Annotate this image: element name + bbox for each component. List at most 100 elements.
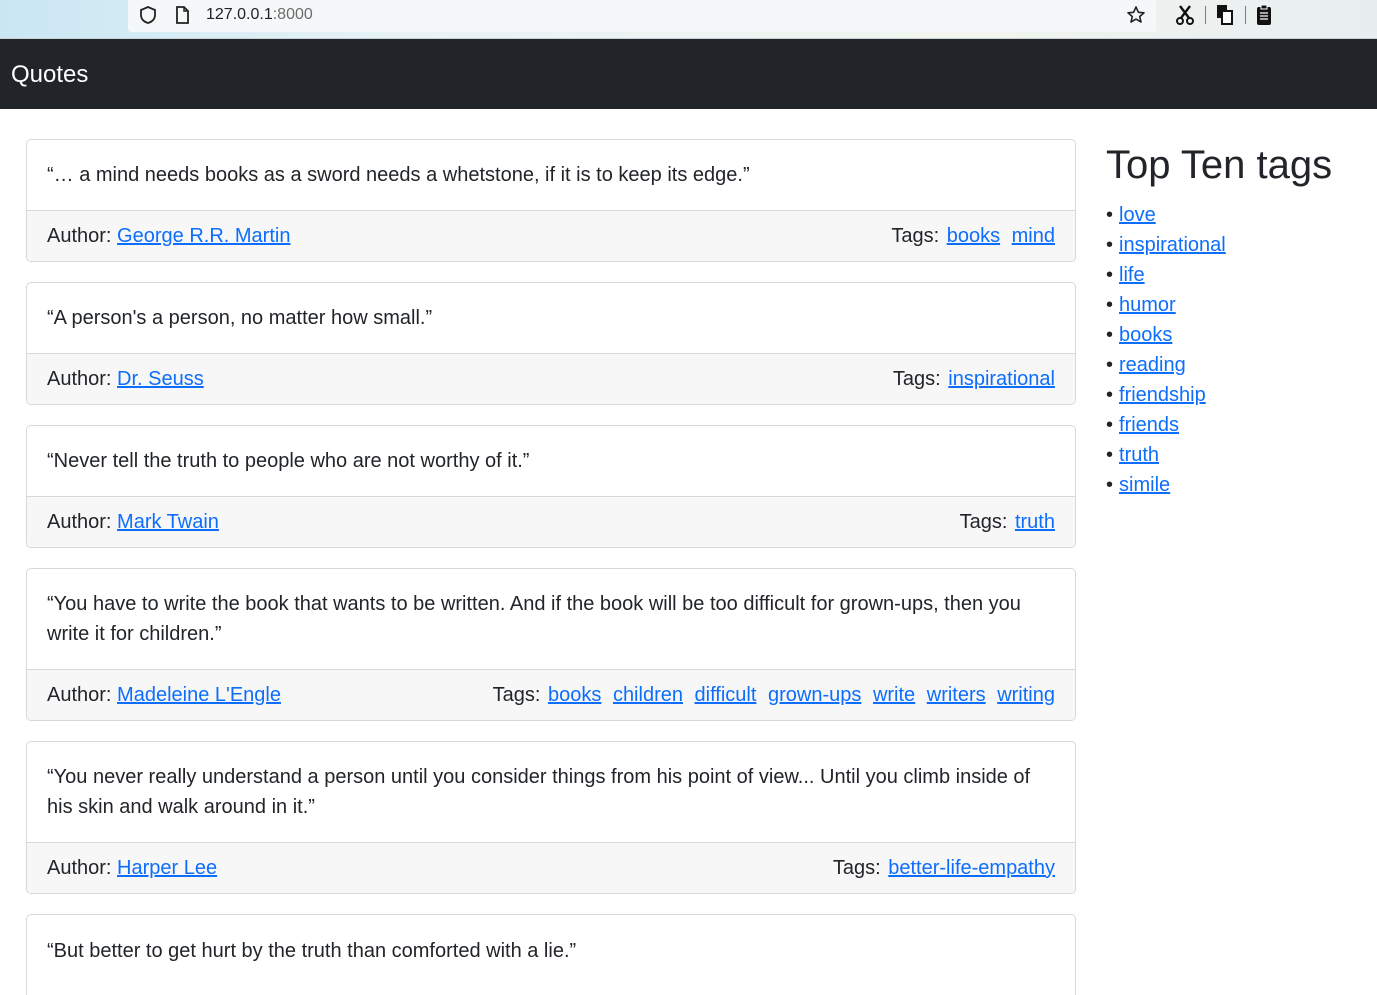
author-link[interactable]: George R.R. Martin bbox=[117, 225, 290, 247]
top-tag-item: • humor bbox=[1106, 290, 1226, 320]
tag-link[interactable]: inspirational bbox=[948, 368, 1055, 390]
author-link[interactable]: Madeleine L'Engle bbox=[117, 684, 281, 706]
top-tag-link[interactable]: friends bbox=[1119, 414, 1179, 436]
top-tag-item: • inspirational bbox=[1106, 230, 1226, 260]
top-tag-link[interactable]: love bbox=[1119, 204, 1156, 226]
quote-footer: Author: George R.R. Martin Tags: books m… bbox=[27, 210, 1075, 261]
tags-line: Tags: books children difficult grown-ups… bbox=[493, 684, 1055, 707]
quote-text: “But better to get hurt by the truth tha… bbox=[47, 940, 577, 962]
tags-line: Tags: better-life-empathy bbox=[833, 857, 1055, 880]
quote-card: “You have to write the book that wants t… bbox=[26, 568, 1076, 721]
bullet: • bbox=[1106, 204, 1114, 226]
top-tag-link[interactable]: reading bbox=[1119, 354, 1186, 376]
tag-link[interactable]: writers bbox=[927, 684, 986, 706]
bullet: • bbox=[1106, 234, 1114, 256]
top-tag-item: • friendship bbox=[1106, 380, 1226, 410]
top-tag-item: • love bbox=[1106, 200, 1226, 230]
quote-footer: Author: Madeleine L'Engle Tags: books ch… bbox=[27, 669, 1075, 720]
bullet: • bbox=[1106, 414, 1114, 436]
quote-card: “Never tell the truth to people who are … bbox=[26, 425, 1076, 548]
top-tag-link[interactable]: simile bbox=[1119, 474, 1170, 496]
tag-link[interactable]: better-life-empathy bbox=[888, 857, 1055, 879]
bullet: • bbox=[1106, 384, 1114, 406]
bullet: • bbox=[1106, 354, 1114, 376]
quote-card: “You never really understand a person un… bbox=[26, 741, 1076, 894]
top-tag-link[interactable]: friendship bbox=[1119, 384, 1206, 406]
navbar: Quotes bbox=[0, 39, 1377, 109]
top-tag-item: • friends bbox=[1106, 410, 1226, 440]
toolbar-separator bbox=[1245, 6, 1246, 24]
quote-footer: Author: Dr. Seuss Tags: inspirational bbox=[27, 353, 1075, 404]
tags-label: Tags: bbox=[492, 683, 541, 706]
toolbar-separator bbox=[1205, 6, 1206, 24]
top-tag-link[interactable]: truth bbox=[1119, 444, 1159, 466]
tag-link[interactable]: write bbox=[873, 684, 915, 706]
tag-link[interactable]: books bbox=[548, 684, 601, 706]
quote-footer: Author: Harper Lee Tags: better-life-emp… bbox=[27, 842, 1075, 893]
author-line: Author: Harper Lee bbox=[47, 857, 217, 880]
tags-label: Tags: bbox=[892, 367, 941, 390]
author-line: Author: George R.R. Martin bbox=[47, 225, 290, 248]
top-tag-link[interactable]: inspirational bbox=[1119, 234, 1226, 256]
author-link[interactable]: Harper Lee bbox=[117, 857, 217, 879]
quote-text: “… a mind needs books as a sword needs a… bbox=[47, 164, 750, 186]
top-tag-item: • simile bbox=[1106, 470, 1226, 500]
tags-line: Tags: truth bbox=[960, 511, 1055, 534]
author-label: Author: bbox=[47, 856, 112, 879]
bullet: • bbox=[1106, 324, 1114, 346]
bullet: • bbox=[1106, 264, 1114, 286]
bullet: • bbox=[1106, 294, 1114, 316]
top-tag-item: • life bbox=[1106, 260, 1226, 290]
quote-text: “Never tell the truth to people who are … bbox=[47, 450, 530, 472]
top-tag-link[interactable]: life bbox=[1119, 264, 1145, 286]
author-line: Author: Dr. Seuss bbox=[47, 368, 204, 391]
tags-line: Tags: inspirational bbox=[893, 368, 1055, 391]
tag-link[interactable]: difficult bbox=[695, 684, 757, 706]
tags-line: Tags: books mind bbox=[891, 225, 1055, 248]
quote-footer: Author: Mark Twain Tags: truth bbox=[27, 496, 1075, 547]
tags-label: Tags: bbox=[832, 856, 881, 879]
quote-card: “But better to get hurt by the truth tha… bbox=[26, 914, 1076, 995]
address-bar[interactable]: 127.0.0.1:8000 bbox=[128, 0, 1156, 32]
tag-link[interactable]: writing bbox=[997, 684, 1055, 706]
author-label: Author: bbox=[47, 510, 112, 533]
author-line: Author: Madeleine L'Engle bbox=[47, 684, 281, 707]
top-tag-item: • reading bbox=[1106, 350, 1226, 380]
shield-icon[interactable] bbox=[138, 5, 158, 25]
page-icon bbox=[176, 6, 189, 24]
bullet: • bbox=[1106, 444, 1114, 466]
top-tag-item: • truth bbox=[1106, 440, 1226, 470]
author-line: Author: Mark Twain bbox=[47, 511, 219, 534]
tag-link[interactable]: books bbox=[947, 225, 1000, 247]
url-host: 127.0.0.1 bbox=[206, 6, 273, 23]
top-tag-link[interactable]: books bbox=[1119, 324, 1172, 346]
tag-link[interactable]: grown-ups bbox=[768, 684, 861, 706]
tag-link[interactable]: mind bbox=[1012, 225, 1055, 247]
top-tags-title: Top Ten tags bbox=[1106, 143, 1333, 187]
author-link[interactable]: Mark Twain bbox=[117, 511, 219, 533]
top-tag-link[interactable]: humor bbox=[1119, 294, 1176, 316]
tag-link[interactable]: truth bbox=[1015, 511, 1055, 533]
quote-text: “You have to write the book that wants t… bbox=[47, 593, 1021, 645]
top-tags-list: • love • inspirational • life • humor • books… bbox=[1106, 200, 1226, 500]
quote-text: “A person's a person, no matter how smal… bbox=[47, 307, 433, 329]
author-link[interactable]: Dr. Seuss bbox=[117, 368, 204, 390]
quote-card: “A person's a person, no matter how smal… bbox=[26, 282, 1076, 405]
author-label: Author: bbox=[47, 224, 112, 247]
navbar-brand[interactable]: Quotes bbox=[11, 61, 88, 89]
tag-link[interactable]: children bbox=[613, 684, 683, 706]
tags-label: Tags: bbox=[891, 224, 940, 247]
url-text[interactable]: 127.0.0.1:8000 bbox=[206, 6, 313, 24]
clipboard-icon[interactable] bbox=[1251, 2, 1277, 28]
tags-label: Tags: bbox=[959, 510, 1008, 533]
quote-card: “… a mind needs books as a sword needs a… bbox=[26, 139, 1076, 262]
quote-text: “You never really understand a person un… bbox=[47, 766, 1031, 818]
scissors-icon[interactable] bbox=[1172, 2, 1198, 28]
bullet: • bbox=[1106, 474, 1114, 496]
browser-toolbar: 127.0.0.1:8000 bbox=[0, 0, 1377, 39]
bookmark-star-icon[interactable] bbox=[1126, 5, 1146, 25]
copy-icon[interactable] bbox=[1212, 2, 1238, 28]
url-port: :8000 bbox=[272, 6, 313, 23]
author-label: Author: bbox=[47, 367, 112, 390]
author-label: Author: bbox=[47, 683, 112, 706]
